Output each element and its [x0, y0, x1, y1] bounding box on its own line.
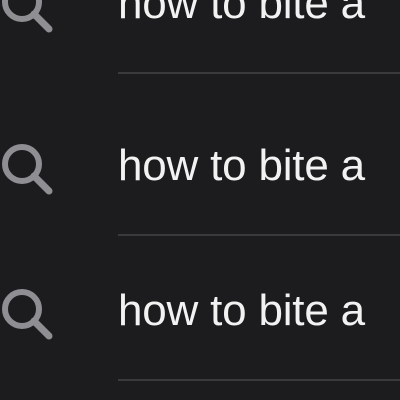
row-divider	[118, 379, 400, 381]
suggestion-item[interactable]: how to bite a	[0, 91, 400, 236]
suggestion-label: how to bite a	[118, 141, 365, 190]
search-icon	[0, 283, 60, 347]
suggestion-label: how to bite a	[118, 0, 365, 28]
suggestion-label: how to bite a	[118, 286, 365, 335]
suggestion-item[interactable]: how to bite a	[0, 236, 400, 381]
search-icon	[0, 138, 60, 202]
search-icon	[0, 0, 60, 40]
search-suggestions-list: how to bite a how to bite a how to bite …	[0, 0, 400, 400]
suggestion-item[interactable]: how to bite a	[0, 0, 400, 74]
row-divider	[118, 72, 400, 74]
